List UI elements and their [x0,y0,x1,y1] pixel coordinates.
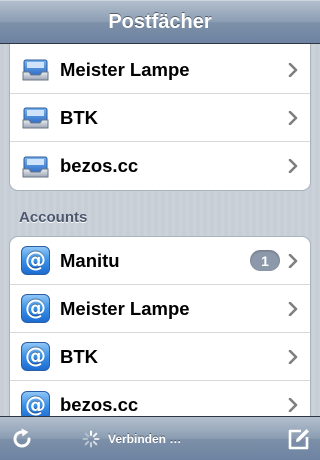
account-label: Meister Lampe [60,297,190,319]
refresh-icon[interactable] [10,427,34,451]
mailbox-row-meister-lampe[interactable]: Meister Lampe [10,44,310,94]
page-title: Postfächer [108,10,212,33]
connection-status: Verbinden … [82,429,181,449]
mailbox-label: BTK [60,106,99,128]
accounts-group: @ Manitu 1 @ Meister Lampe @ BTK @ bezos… [9,236,311,416]
at-sign-icon: @ [21,390,50,416]
chevron-right-icon [288,349,298,364]
account-row-btk[interactable]: @ BTK [10,333,310,381]
account-row-manitu[interactable]: @ Manitu 1 [10,237,310,285]
mailbox-row-btk[interactable]: BTK [10,94,310,142]
status-text: Verbinden … [108,432,182,446]
mailbox-label: Meister Lampe [60,58,190,80]
chevron-right-icon [288,253,298,268]
account-label: bezos.cc [60,394,139,415]
account-row-meister-lampe[interactable]: @ Meister Lampe [10,285,310,333]
chevron-right-icon [288,62,298,77]
inbox-tray-icon [21,103,50,132]
activity-spinner-icon [82,430,100,448]
account-label: BTK [60,345,99,367]
bottom-toolbar: Verbinden … [0,416,320,460]
inbox-tray-icon [21,55,50,84]
navigation-bar: Postfächer [0,0,320,44]
chevron-right-icon [288,159,298,173]
unread-count-badge: 1 [250,250,280,271]
compose-icon[interactable] [287,427,311,451]
chevron-right-icon [288,301,298,316]
mailbox-list[interactable]: Meister Lampe BTK bezos.cc Accounts @ Ma… [0,44,320,416]
accounts-section-header: Accounts [19,209,88,226]
mailboxes-group: Meister Lampe BTK bezos.cc [9,44,311,191]
at-sign-icon: @ [21,246,50,275]
account-label: Manitu [60,249,120,271]
chevron-right-icon [288,110,298,125]
at-sign-icon: @ [21,294,50,323]
account-row-bezos[interactable]: @ bezos.cc [10,381,310,416]
inbox-tray-icon [21,152,50,181]
mailbox-row-bezos[interactable]: bezos.cc [10,142,310,190]
mailbox-label: bezos.cc [60,155,139,176]
at-sign-icon: @ [21,342,50,371]
chevron-right-icon [288,398,298,412]
